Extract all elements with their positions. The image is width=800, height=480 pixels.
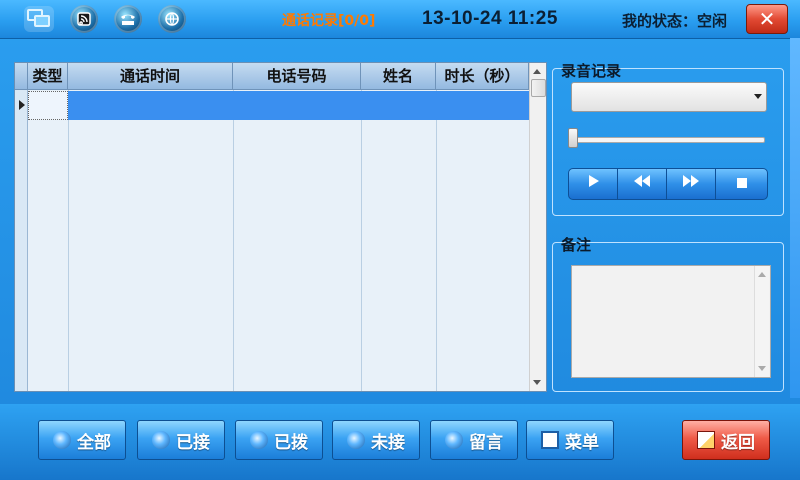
voicemail-button[interactable]: 留言: [430, 420, 518, 460]
scroll-thumb[interactable]: [531, 79, 546, 97]
missed-call-icon: [347, 431, 365, 449]
call-log-table[interactable]: 类型 通话时间 电话号码 姓名 时长（秒）: [14, 62, 547, 392]
rewind-button[interactable]: [618, 169, 667, 199]
recording-group: 录音记录: [552, 62, 784, 216]
rss-icon[interactable]: [70, 5, 98, 33]
window-edge: [790, 38, 800, 398]
all-button-label: 全部: [77, 432, 111, 453]
back-button[interactable]: 返回: [682, 420, 770, 460]
table-row[interactable]: [28, 91, 529, 120]
playback-controls: [568, 168, 768, 200]
incoming-call-icon: [152, 431, 170, 449]
title-bar: 通话记录[0/0] 13-10-24 11:25 我的状态：空闲 ✕: [0, 0, 800, 39]
current-row-arrow-icon: [19, 100, 25, 110]
stop-icon: [736, 178, 747, 188]
menu-icon: [541, 431, 559, 449]
scroll-down-icon[interactable]: [758, 366, 766, 371]
stop-button[interactable]: [716, 169, 767, 199]
play-button[interactable]: [569, 169, 618, 199]
received-button-label: 已接: [176, 432, 210, 453]
column-header-name[interactable]: 姓名: [361, 63, 436, 90]
all-button[interactable]: 全部: [38, 420, 126, 460]
row-header-column: [15, 63, 28, 391]
missed-button-label: 未接: [371, 432, 405, 453]
column-divider: [233, 90, 234, 391]
fast-forward-button[interactable]: [667, 169, 716, 199]
scroll-up-icon[interactable]: [533, 69, 541, 74]
menu-button-label: 菜单: [565, 432, 599, 453]
scroll-down-icon[interactable]: [533, 380, 541, 385]
received-button[interactable]: 已接: [137, 420, 225, 460]
play-icon: [589, 175, 599, 187]
missed-button[interactable]: 未接: [332, 420, 420, 460]
notes-label: 备注: [561, 236, 592, 254]
recording-label: 录音记录: [561, 62, 622, 80]
user-status: 我的状态：空闲: [622, 12, 728, 30]
globe-icon[interactable]: [158, 5, 186, 33]
column-header-phone-number[interactable]: 电话号码: [233, 63, 361, 90]
voicemail-icon: [445, 431, 463, 449]
network-icon[interactable]: [24, 6, 54, 32]
rewind-icon: [634, 175, 650, 187]
notes-textarea[interactable]: [571, 265, 771, 378]
column-header-duration[interactable]: 时长（秒）: [436, 63, 529, 90]
back-button-label: 返回: [721, 432, 755, 453]
close-button[interactable]: ✕: [746, 4, 788, 34]
fast-forward-icon: [683, 175, 699, 187]
column-divider: [361, 90, 362, 391]
recording-select[interactable]: [571, 82, 767, 112]
column-divider: [68, 90, 69, 391]
table-vertical-scrollbar[interactable]: [529, 63, 546, 391]
chevron-down-icon[interactable]: [754, 94, 762, 99]
dialed-button-label: 已拨: [274, 432, 308, 453]
column-header-type[interactable]: 类型: [28, 63, 68, 90]
phone-icon[interactable]: [114, 5, 142, 33]
column-divider: [436, 90, 437, 391]
datetime-display: 13-10-24 11:25: [422, 8, 558, 29]
dialed-button[interactable]: 已拨: [235, 420, 323, 460]
window-title: 通话记录[0/0]: [282, 13, 376, 29]
table-cell-focused[interactable]: [28, 91, 68, 120]
call-log-window: 通话记录[0/0] 13-10-24 11:25 我的状态：空闲 ✕ 类型 通话…: [0, 0, 800, 480]
playback-slider-track[interactable]: [571, 137, 765, 143]
playback-slider-thumb[interactable]: [568, 128, 578, 148]
table-grid: 类型 通话时间 电话号码 姓名 时长（秒）: [15, 63, 529, 391]
outgoing-call-icon: [250, 431, 268, 449]
notes-scrollbar[interactable]: [754, 266, 769, 377]
row-header-corner: [15, 63, 28, 90]
scroll-up-icon[interactable]: [758, 272, 766, 277]
column-header-call-time[interactable]: 通话时间: [68, 63, 233, 90]
back-icon: [697, 431, 715, 449]
notes-group: 备注: [552, 236, 784, 392]
menu-button[interactable]: 菜单: [526, 420, 614, 460]
voicemail-button-label: 留言: [469, 432, 503, 453]
phone-icon: [53, 431, 71, 449]
